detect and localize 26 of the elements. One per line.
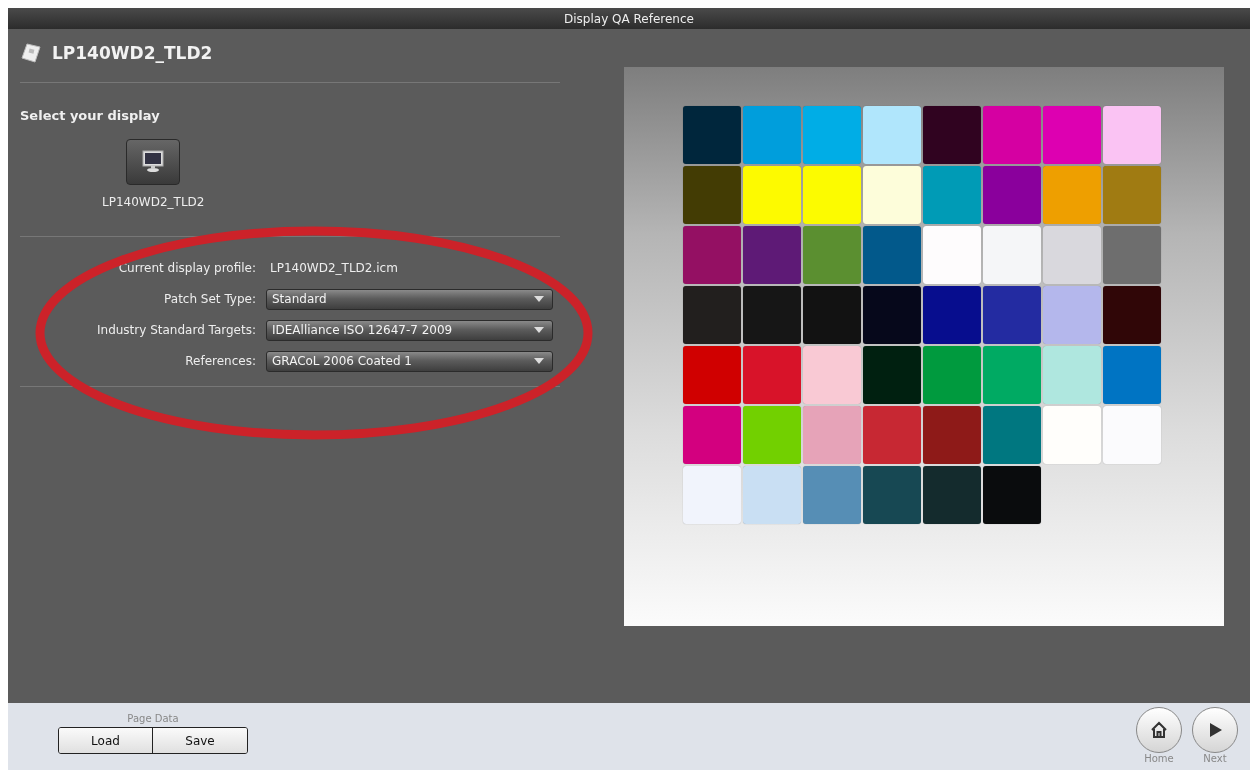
page-title: LP140WD2_TLD2	[52, 43, 213, 63]
footer-button[interactable]: Load	[59, 728, 153, 753]
caret-icon	[534, 327, 544, 333]
field-label: Patch Set Type:	[163, 292, 257, 306]
dropdown[interactable]: Standard	[266, 288, 553, 310]
footer-button[interactable]: Save	[153, 728, 247, 753]
home-icon	[1150, 721, 1168, 739]
field-label: Industry Standard Targets:	[96, 323, 257, 337]
profile-value: LP140WD2_TLD2.icm	[269, 261, 398, 275]
field-label: References:	[184, 354, 257, 368]
monitor-icon	[140, 150, 167, 174]
field-label: Current display profile:	[117, 261, 257, 275]
dropdown[interactable]: IDEAlliance ISO 12647-7 2009	[266, 319, 553, 341]
group-label: Page Data	[127, 713, 179, 724]
display-button[interactable]	[126, 139, 181, 185]
next-button[interactable]	[1192, 707, 1238, 753]
window-title: Display QA Reference	[564, 11, 694, 26]
device-icon	[20, 42, 42, 64]
nav-label: Next	[1203, 753, 1227, 764]
home-button[interactable]	[1136, 707, 1182, 753]
display-label: LP140WD2_TLD2	[102, 195, 205, 209]
dropdown[interactable]: GRACoL 2006 Coated 1	[266, 350, 553, 372]
caret-icon	[534, 296, 544, 302]
caret-icon	[534, 358, 544, 364]
section-heading: Select your display	[20, 108, 161, 123]
nav-label: Home	[1144, 753, 1174, 764]
